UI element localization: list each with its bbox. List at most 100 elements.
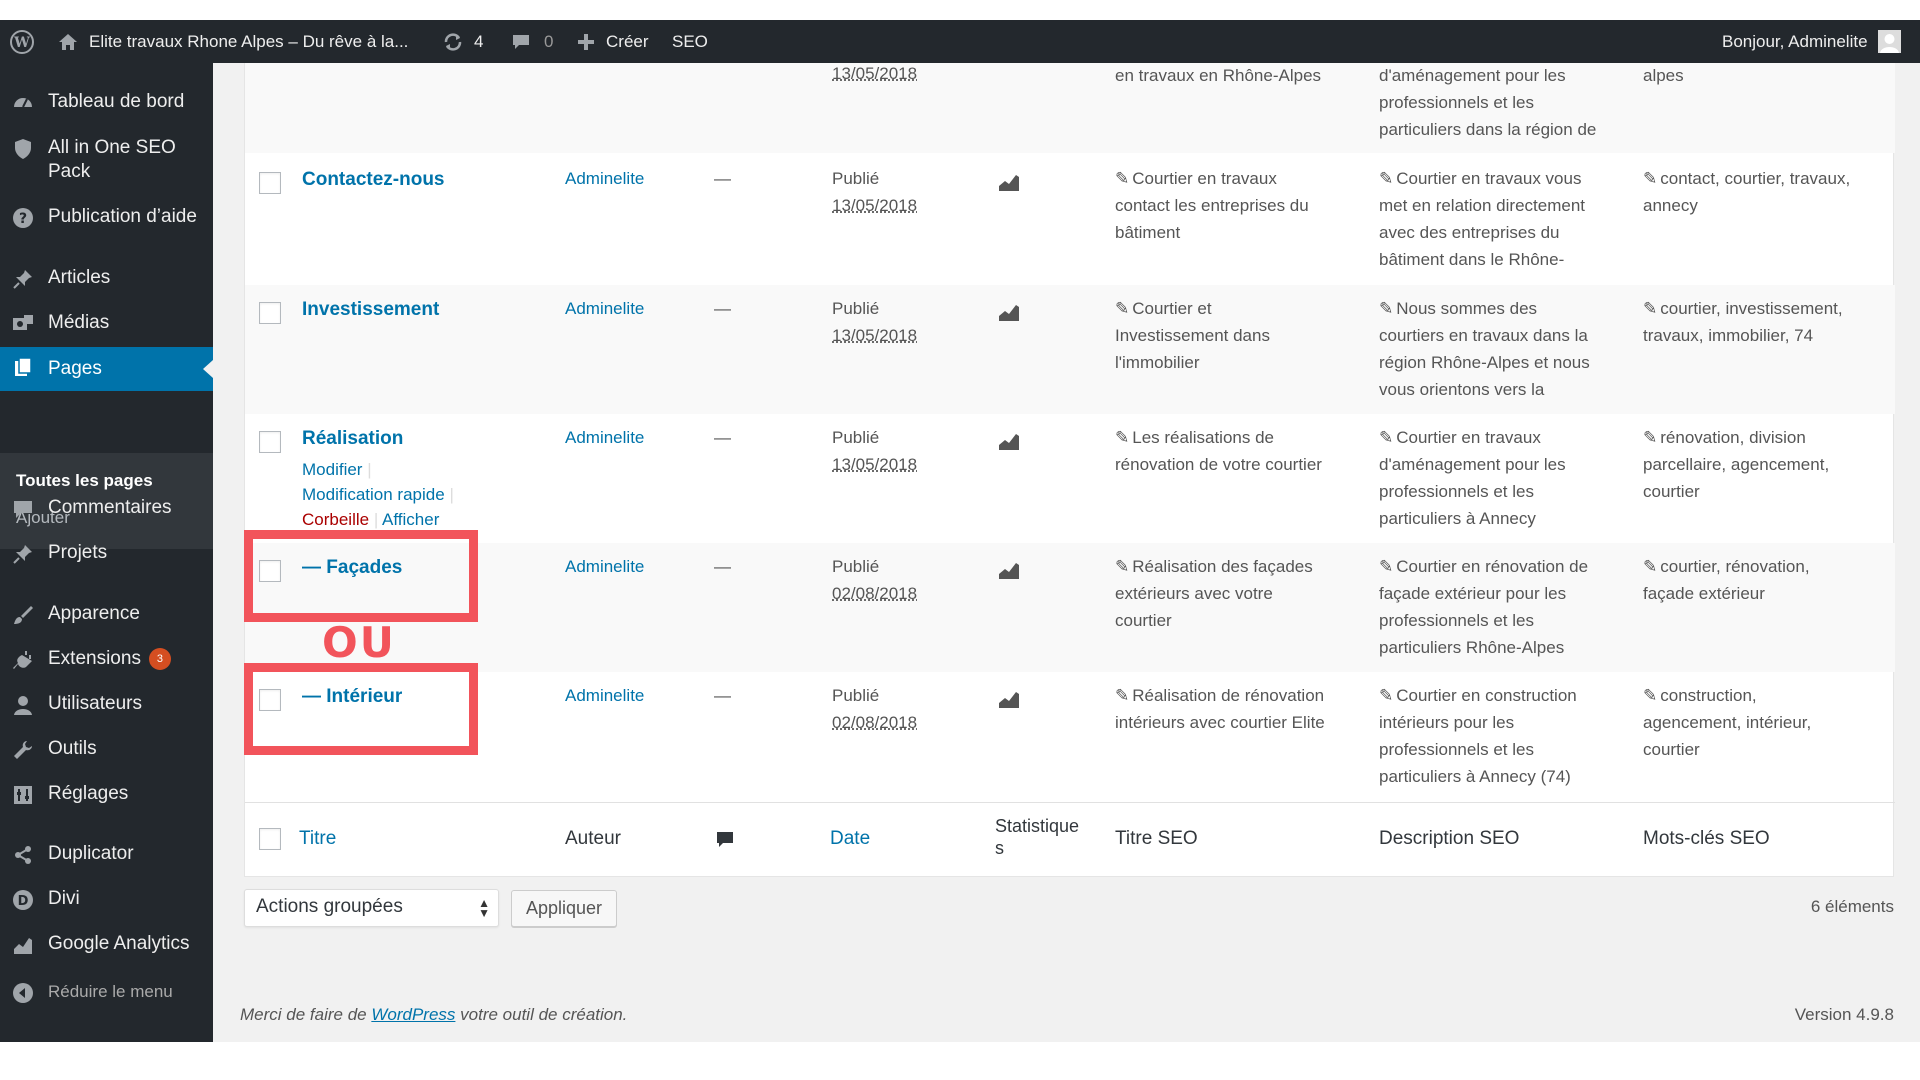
screen-top-margin — [0, 0, 1920, 20]
page-title-link[interactable]: Réalisation — [302, 425, 403, 452]
menu-google-analytics[interactable]: Google Analytics — [0, 932, 213, 962]
stats-cell[interactable] — [997, 686, 1023, 712]
footer-version: Version 4.9.8 — [1794, 1005, 1894, 1024]
pencil-icon[interactable]: ✎ — [1115, 424, 1129, 451]
admin-bar: W Elite travaux Rhone Alpes – Du rêve à … — [0, 20, 1920, 63]
comments-cell: — — [714, 169, 731, 188]
pencil-icon[interactable]: ✎ — [1379, 165, 1393, 192]
page-title-link[interactable]: Investissement — [302, 296, 439, 323]
date-value: 13/05/2018 — [832, 326, 918, 345]
pencil-icon[interactable]: ✎ — [1115, 295, 1129, 322]
seo-menu-link[interactable]: SEO — [672, 20, 708, 63]
pencil-icon[interactable]: ✎ — [1643, 295, 1657, 322]
wordpress-logo-icon[interactable]: W — [10, 20, 34, 63]
menu-extensions-label: Extensions — [48, 648, 141, 669]
menu-duplicator[interactable]: Duplicator — [0, 842, 213, 872]
seo-title-cell: ✎ Réalisation de rénovation intérieurs av… — [1115, 682, 1360, 736]
comments-column-icon[interactable] — [715, 830, 735, 850]
row-checkbox[interactable] — [259, 302, 281, 324]
wordpress-link[interactable]: WordPress — [371, 1005, 455, 1024]
pencil-icon[interactable]: ✎ — [1379, 424, 1393, 451]
media-camera-icon — [13, 315, 33, 330]
apply-button[interactable]: Appliquer — [511, 890, 617, 927]
date-cell: Publié 13/05/2018 — [832, 165, 917, 219]
menu-aioseo-line2: Pack — [48, 161, 91, 182]
menu-medias[interactable]: Médias — [0, 311, 213, 341]
column-title-header[interactable]: Titre — [299, 828, 336, 850]
updates-link[interactable]: 4 — [442, 20, 483, 63]
column-date-header[interactable]: Date — [830, 828, 870, 850]
comments-count: 0 — [544, 31, 554, 51]
stats-cell[interactable] — [997, 169, 1023, 195]
pencil-icon[interactable]: ✎ — [1379, 295, 1393, 322]
menu-appearance[interactable]: Apparence — [0, 602, 213, 632]
comments-link[interactable]: 0 — [510, 20, 553, 63]
author-link[interactable]: Adminelite — [565, 165, 644, 192]
comment-bubble-icon — [513, 34, 529, 49]
column-author-header: Auteur — [565, 828, 621, 849]
highlight-box-facades — [244, 530, 478, 622]
submenu-all-pages[interactable]: Toutes les pages — [16, 471, 153, 491]
pencil-icon[interactable]: ✎ — [1115, 682, 1129, 709]
screen-bottom-margin — [0, 1042, 1920, 1080]
pencil-icon[interactable]: ✎ — [1643, 553, 1657, 580]
select-all-checkbox[interactable] — [259, 828, 281, 850]
new-content-link[interactable]: Créer — [577, 20, 649, 63]
menu-divi[interactable]: D Divi — [0, 887, 213, 917]
menu-extensions[interactable]: Extensions 3 — [0, 647, 213, 677]
menu-collapse[interactable]: Réduire le menu — [0, 980, 213, 1010]
author-link[interactable]: Adminelite — [565, 424, 644, 451]
view-link[interactable]: Afficher — [382, 510, 439, 529]
pencil-icon[interactable]: ✎ — [1115, 553, 1129, 580]
home-icon — [59, 33, 77, 50]
stats-cell[interactable] — [997, 428, 1023, 454]
menu-articles[interactable]: Articles — [0, 266, 213, 296]
pencil-icon[interactable]: ✎ — [1643, 165, 1657, 192]
bulk-actions-value: Actions groupées — [256, 896, 403, 917]
stats-cell[interactable] — [997, 299, 1023, 325]
pencil-icon[interactable]: ✎ — [1379, 553, 1393, 580]
menu-users[interactable]: Utilisateurs — [0, 692, 213, 722]
column-stats-header: Statistique s — [995, 816, 1080, 858]
seo-title-cell: ✎ Réalisation des façades extérieurs avec… — [1115, 553, 1355, 634]
menu-projects[interactable]: Projets — [0, 541, 213, 571]
stats-cell[interactable] — [997, 557, 1023, 583]
author-link[interactable]: Adminelite — [565, 682, 644, 709]
pencil-icon[interactable]: ✎ — [1379, 682, 1393, 709]
menu-pages[interactable]: Pages — [0, 347, 213, 391]
status-label: Publié — [832, 299, 880, 318]
menu-dashboard[interactable]: Tableau de bord — [0, 90, 213, 120]
menu-settings[interactable]: Réglages — [0, 782, 213, 812]
current-arrow-icon — [203, 360, 213, 378]
user-icon — [14, 696, 32, 715]
bulk-actions-select[interactable]: Actions groupées ▲ ▼ — [244, 889, 499, 927]
quick-edit-link[interactable]: Modification rapide — [302, 485, 445, 504]
avatar — [1877, 30, 1901, 53]
page-title-link[interactable]: Contactez-nous — [302, 166, 445, 193]
edit-link[interactable]: Modifier — [302, 460, 362, 479]
menu-tools[interactable]: Outils — [0, 737, 213, 767]
menu-help-publication[interactable]: ? Publication d’aide — [0, 205, 213, 235]
seo-desc-cell: ✎ Courtier en construction intérieurs pou… — [1379, 682, 1624, 790]
author-link[interactable]: Adminelite — [565, 553, 644, 580]
date-value: 13/05/2018 — [832, 196, 918, 215]
status-label: Publié — [832, 686, 880, 705]
pencil-icon[interactable]: ✎ — [1643, 682, 1657, 709]
my-account-link[interactable]: Bonjour, Adminelite — [1722, 20, 1901, 63]
row-checkbox[interactable] — [259, 172, 281, 194]
pencil-icon[interactable]: ✎ — [1643, 424, 1657, 451]
seo-desc-cell: d'aménagement pour les professionnels et… — [1379, 66, 1597, 139]
menu-comments[interactable]: Commentaires — [0, 496, 213, 526]
author-link[interactable]: Adminelite — [565, 295, 644, 322]
pencil-icon[interactable]: ✎ — [1115, 165, 1129, 192]
stats-chart-icon — [999, 563, 1019, 579]
extensions-update-badge: 3 — [148, 647, 171, 670]
site-home-link[interactable]: Elite travaux Rhone Alpes – Du rêve à la… — [57, 20, 408, 63]
plugin-icon — [13, 651, 32, 669]
date-cell: Publié 13/05/2018 — [832, 295, 917, 349]
row-checkbox[interactable] — [259, 431, 281, 453]
trash-link[interactable]: Corbeille — [302, 510, 369, 529]
table-row: — Façades Adminelite — Publié 02/08/2018… — [245, 543, 1895, 672]
pushpin-icon — [13, 545, 32, 564]
menu-aioseo[interactable]: All in One SEO Pack — [0, 136, 213, 186]
